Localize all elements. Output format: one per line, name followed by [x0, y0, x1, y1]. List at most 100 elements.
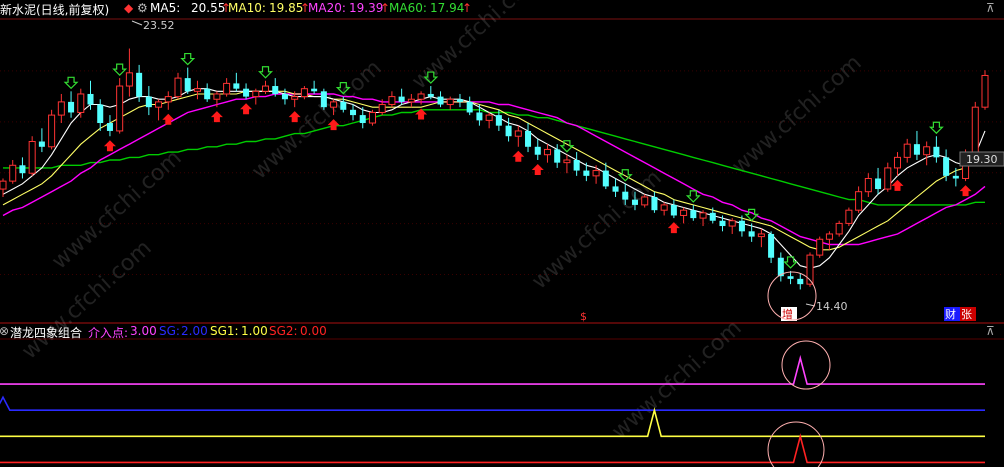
- candle: [543, 144, 551, 163]
- red-arrow-icon: [240, 103, 253, 115]
- spike-highlight-circle-2: [767, 421, 825, 467]
- candle: [768, 231, 775, 264]
- indicator-header: ⊗ 潜龙四象组合 介入点: 3.00 SG: 2.00 SG1: 1.00 SG…: [0, 323, 1004, 340]
- candle: [193, 80, 201, 100]
- watermark-text: www.cfchi.com: [527, 166, 666, 295]
- gear-icon[interactable]: ⚙: [137, 1, 148, 15]
- candle-body: [125, 72, 133, 87]
- red-arrow-icon: [959, 185, 972, 197]
- candle-body: [19, 165, 26, 174]
- candle-body: [272, 86, 279, 94]
- candle-body: [505, 125, 512, 137]
- green-arrow-icon: [180, 52, 196, 66]
- candle-body: [28, 141, 36, 174]
- candle-body: [38, 141, 45, 147]
- candle: [350, 104, 357, 121]
- candle: [466, 96, 473, 116]
- l1-label: 介入点:: [88, 326, 129, 340]
- candle: [252, 88, 260, 105]
- candle-body: [641, 196, 649, 206]
- candle: [903, 138, 911, 163]
- candle-body: [446, 98, 454, 106]
- indicator-lines: [0, 354, 985, 464]
- candle-body: [223, 82, 231, 95]
- candle: [875, 167, 882, 195]
- candle: [116, 78, 124, 134]
- candle-body: [563, 159, 571, 164]
- candle: [592, 165, 600, 184]
- candle: [57, 93, 65, 124]
- ma20-value: 19.39: [349, 1, 384, 15]
- high-price-leader: [131, 20, 143, 26]
- l3-label: SG1:: [210, 324, 239, 338]
- candle-body: [825, 233, 833, 240]
- candle-body: [933, 146, 940, 158]
- tag-dollar: $: [580, 310, 587, 323]
- ma60-arrow: ↑: [462, 1, 473, 15]
- candle: [971, 101, 979, 158]
- red-arrow-icon: [103, 140, 116, 152]
- candle-body: [243, 88, 250, 97]
- candle: [816, 236, 824, 258]
- candle-body: [340, 101, 347, 110]
- candle: [933, 136, 940, 163]
- candle: [952, 167, 959, 187]
- red-arrow-icon: [162, 113, 175, 125]
- l3-value: 1.00: [241, 324, 268, 338]
- watermark-text: www.cfchi.com: [17, 236, 156, 365]
- high-price-label: 23.52: [143, 19, 175, 32]
- candle-body: [622, 191, 629, 200]
- candle: [388, 91, 396, 108]
- candle-body: [651, 196, 658, 211]
- candle-body: [350, 109, 357, 116]
- ma5-label: MA5:: [150, 1, 181, 15]
- candle: [913, 130, 920, 160]
- candle-body: [534, 146, 541, 155]
- candle: [68, 91, 75, 118]
- candle-body: [709, 212, 716, 221]
- candle-body: [592, 170, 600, 177]
- collapse-icon[interactable]: ⊼: [986, 1, 995, 15]
- candle: [0, 178, 7, 197]
- candle-body: [145, 96, 152, 108]
- candle-body: [875, 178, 882, 190]
- candle-body: [573, 160, 580, 171]
- candle-body: [631, 199, 638, 205]
- indicator-collapse-icon[interactable]: ⊼: [986, 324, 995, 338]
- candle-body: [9, 164, 17, 182]
- l2-label: SG:: [159, 324, 180, 338]
- candle-body: [719, 220, 726, 227]
- candle-body: [845, 209, 853, 224]
- candle-body: [48, 114, 56, 148]
- candle-body: [757, 233, 765, 238]
- candle: [825, 231, 833, 250]
- candle: [437, 91, 444, 108]
- candle: [204, 83, 211, 102]
- candle: [28, 136, 36, 176]
- candle-body: [398, 96, 405, 102]
- candle-body: [660, 204, 668, 211]
- candle-body: [981, 74, 989, 108]
- candle-body: [368, 111, 376, 124]
- candle: [680, 207, 688, 224]
- candle: [223, 78, 231, 97]
- ma60-value: 17.94: [430, 1, 465, 15]
- candle: [272, 78, 279, 97]
- l4-value: 0.00: [300, 324, 327, 338]
- candle-body: [437, 96, 444, 105]
- candle-body: [514, 130, 522, 137]
- candle: [835, 220, 843, 237]
- candle: [563, 154, 571, 174]
- indicator-close-icon[interactable]: ⊗: [0, 324, 9, 338]
- candle: [174, 72, 182, 100]
- low-price-label: 14.40: [816, 300, 848, 313]
- diamond-icon: ◆: [124, 1, 134, 15]
- main-header: 华新水泥(日线,前复权) ◆ ⚙ MA5: 20.55 ↑ MA10: 19.8…: [0, 0, 1004, 18]
- candle-body: [155, 101, 163, 108]
- candle-body: [835, 222, 843, 235]
- green-arrow-icon: [783, 256, 798, 269]
- candle-body: [193, 88, 201, 92]
- candle-body: [262, 85, 270, 92]
- chart-canvas: www.cfchi.comwww.cfchi.comwww.cfchi.comw…: [0, 0, 1004, 467]
- watermark-text: www.cfchi.com: [727, 51, 866, 180]
